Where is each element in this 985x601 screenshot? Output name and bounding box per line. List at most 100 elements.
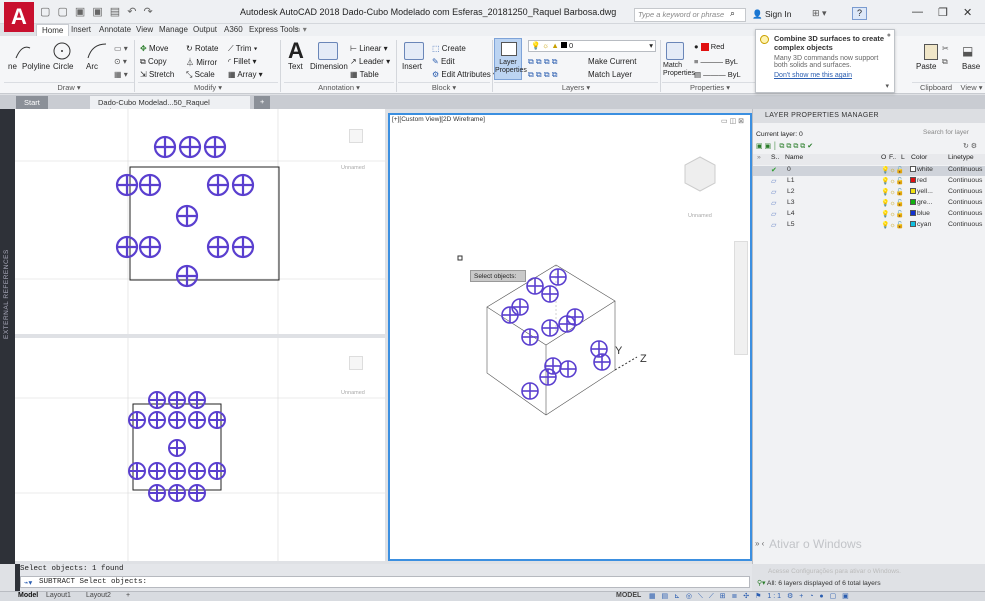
layer-row[interactable]: ▱ L1 💡☼🔓 red Continuous [753, 177, 985, 187]
copy-button[interactable]: ⧉ Copy [140, 57, 167, 67]
tab-add-layout[interactable]: + [122, 592, 134, 599]
mirror-button[interactable]: ⏃ Mirror [186, 57, 217, 68]
tab-model[interactable]: Model [14, 592, 42, 599]
annotation-group-label[interactable]: Annotation ▾ [284, 82, 394, 93]
dimension-button[interactable]: Dimension [310, 62, 348, 71]
table-button[interactable]: ▦ Table [350, 70, 379, 79]
gradient-icon[interactable]: ▦ ▾ [114, 70, 128, 79]
viewcube-icon[interactable] [349, 129, 363, 143]
polyline-button[interactable]: Polyline [22, 62, 50, 71]
insert-button[interactable]: Insert [402, 62, 422, 71]
tab-home[interactable]: Home [36, 24, 70, 36]
hatch-icon[interactable]: ⊙ ▾ [114, 57, 127, 66]
new-tab-button[interactable]: + [254, 96, 271, 109]
viewcube-icon[interactable] [684, 156, 716, 192]
layer-state-icons[interactable]: 💡☼🔓 [881, 221, 904, 229]
layer-dropdown[interactable]: 💡 ☼ ▲ 0 ▾ [528, 40, 656, 52]
arc-button[interactable]: Arc [86, 62, 98, 71]
chevron-down-icon[interactable]: ▾ [885, 82, 889, 90]
ribbon-options-icon[interactable]: ▭ ▾ [288, 24, 312, 36]
col-status[interactable]: S.. [771, 154, 779, 161]
restore-button[interactable]: ❐ [938, 6, 948, 19]
edit-attributes-button[interactable]: ⚙ Edit Attributes ▾ [432, 70, 497, 79]
rotate-button[interactable]: ↻ Rotate [186, 44, 219, 53]
tab-layout2[interactable]: Layout2 [82, 592, 115, 599]
binoculars-icon[interactable]: ⌕ [730, 8, 735, 19]
tab-output[interactable]: Output [188, 24, 222, 36]
linetype-dropdown[interactable]: ≡ ——— ByL [694, 57, 754, 68]
layers-group-label[interactable]: Layers ▾ [494, 82, 658, 93]
layer-state-icons[interactable]: 💡☼🔓 [881, 177, 904, 185]
expand-icon[interactable]: » [757, 154, 761, 161]
viewport-window-controls[interactable]: ▭ ◫ ⊠ [721, 117, 744, 125]
layer-color-cell[interactable]: yell... [910, 188, 933, 195]
tab-layout1[interactable]: Layout1 [42, 592, 75, 599]
command-input[interactable]: ⌁▾ SUBTRACT Select objects: [20, 576, 750, 588]
layer-state-icons[interactable]: 💡☼🔓 [881, 210, 904, 218]
layer-linetype[interactable]: Continuous [948, 210, 982, 217]
tab-start[interactable]: Start [16, 96, 48, 109]
line-button[interactable]: ne [8, 62, 17, 71]
layer-color-cell[interactable]: blue [910, 210, 930, 217]
layer-color-cell[interactable]: white [910, 166, 933, 173]
layer-search-input[interactable]: Search for layer [923, 129, 969, 136]
layer-tools-icons-2[interactable]: ⧉ ⧉ ⧉ ⧉ [528, 70, 558, 80]
navigation-bar[interactable] [734, 241, 748, 355]
col-color[interactable]: Color [911, 154, 927, 161]
block-group-label[interactable]: Block ▾ [398, 82, 490, 93]
leader-button[interactable]: ↗ Leader ▾ [350, 57, 390, 66]
match-layer-button[interactable]: Match Layer [588, 70, 632, 79]
viewport-3d[interactable]: [+][Custom View][2D Wireframe] ▭ ◫ ⊠ Unn… [388, 113, 752, 561]
edit-block-button[interactable]: ✎ Edit [432, 57, 455, 66]
text-button[interactable]: Text [288, 62, 303, 71]
close-icon[interactable]: ● [887, 32, 891, 39]
paste-button[interactable]: Paste [916, 62, 936, 71]
external-references-strip[interactable]: EXTERNAL REFERENCES [0, 109, 15, 564]
layer-color-cell[interactable]: gre... [910, 199, 933, 206]
trim-button[interactable]: ⟋ Trim ▾ [228, 44, 258, 54]
clipboard-group-label[interactable]: Clipboard [912, 82, 960, 93]
lineweight-dropdown[interactable]: ▤ ——— ByL [694, 70, 754, 81]
layer-linetype[interactable]: Continuous [948, 166, 982, 173]
create-block-button[interactable]: ⬚ Create [432, 44, 466, 53]
cut-icon[interactable]: ✂ [942, 44, 949, 53]
layer-color-cell[interactable]: red [910, 177, 927, 184]
col-lock[interactable]: L [901, 154, 905, 161]
fillet-button[interactable]: ◜ Fillet ▾ [228, 57, 256, 66]
col-freeze[interactable]: F.. [889, 154, 896, 161]
viewport-top[interactable]: Unnamed [15, 109, 385, 334]
layer-toolbar-icons[interactable]: ▣ ▣ │ ⧉ ⧉ ⧉ ⧉ ✔ [756, 142, 813, 151]
array-button[interactable]: ▦ Array ▾ [228, 70, 263, 79]
dont-show-link[interactable]: Don't show me this again [774, 72, 889, 79]
layer-color-cell[interactable]: cyan [910, 221, 931, 228]
layer-linetype[interactable]: Continuous [948, 221, 982, 228]
sign-in-button[interactable]: 👤 Sign In [752, 9, 791, 20]
match-properties-button[interactable]: Match Properties [663, 62, 695, 78]
tab-insert[interactable]: Insert [66, 24, 96, 36]
refresh-icon[interactable]: ↻ ⚙ [963, 142, 977, 150]
modify-group-label[interactable]: Modify ▾ [138, 82, 278, 93]
status-tool-icons[interactable]: ▦ ▤ ⊾ ◎ ⟍ ⟋ ⊞ ≣ ✣ ⚑ 1:1 ⚙ + ◔ ● ▢ ▣ [645, 592, 855, 601]
circle-button[interactable]: Circle [53, 62, 73, 71]
draw-group-label[interactable]: Draw ▾ [4, 82, 134, 93]
stretch-button[interactable]: ⇲ Stretch [140, 70, 174, 79]
base-view-button[interactable]: Base [962, 62, 980, 71]
layer-linetype[interactable]: Continuous [948, 188, 982, 195]
col-on[interactable]: O [881, 154, 886, 161]
layer-row[interactable]: ▱ L2 💡☼🔓 yell... Continuous [753, 188, 985, 198]
copy-clip-icon[interactable]: ⧉ [942, 57, 948, 67]
layer-state-icons[interactable]: 💡☼🔓 [881, 188, 904, 196]
layer-linetype[interactable]: Continuous [948, 177, 982, 184]
layer-state-icons[interactable]: 💡☼🔓 [881, 199, 904, 207]
minimize-button[interactable]: — [912, 6, 923, 18]
layer-linetype[interactable]: Continuous [948, 199, 982, 206]
model-space-toggle[interactable]: MODEL [612, 592, 645, 599]
move-button[interactable]: ✥ Move [140, 44, 169, 53]
layer-row[interactable]: ✔ 0 💡☼🔓 white Continuous [753, 166, 985, 176]
draw-tools-icons[interactable] [12, 40, 112, 62]
properties-group-label[interactable]: Properties ▾ [662, 82, 758, 93]
layer-row[interactable]: ▱ L5 💡☼🔓 cyan Continuous [753, 221, 985, 231]
layer-row[interactable]: ▱ L4 💡☼🔓 blue Continuous [753, 210, 985, 220]
col-linetype[interactable]: Linetype [948, 154, 974, 161]
viewport-front[interactable]: Unnamed [15, 338, 385, 561]
